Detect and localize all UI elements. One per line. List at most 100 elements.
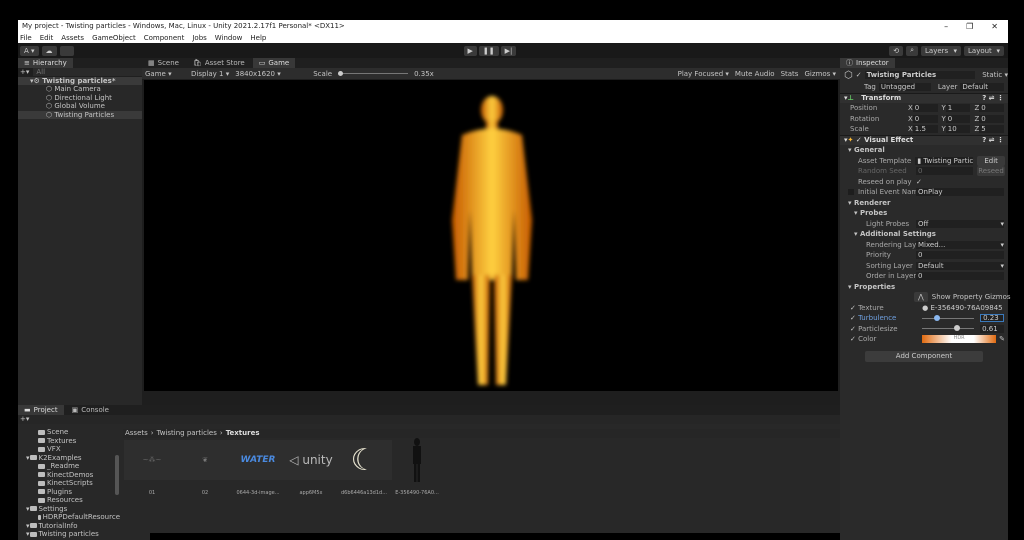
- tab-game[interactable]: ▭ Game: [252, 58, 296, 68]
- project-folder[interactable]: Plugins: [18, 488, 120, 497]
- renderer-foldout[interactable]: ▾ Renderer: [840, 198, 1008, 209]
- x-field[interactable]: 0: [912, 104, 938, 113]
- priority-field[interactable]: 0: [916, 251, 1004, 260]
- add-icon[interactable]: +▾: [20, 68, 29, 76]
- menu-gameobject[interactable]: GameObject: [92, 34, 136, 42]
- layout-dropdown[interactable]: Layout ▾: [964, 45, 1004, 56]
- particlesize-slider[interactable]: [922, 325, 975, 332]
- z-field[interactable]: 0: [979, 114, 1004, 123]
- initial-event-field[interactable]: OnPlay: [916, 188, 1004, 197]
- search-icon[interactable]: ⌕: [906, 45, 918, 56]
- transform-header[interactable]: ▾ ⊥ Transform? ⇌ ⋮: [840, 92, 1008, 103]
- play-button[interactable]: ▶: [463, 45, 477, 56]
- tab-scene[interactable]: ▦ Scene: [142, 58, 185, 68]
- menu-component[interactable]: Component: [144, 34, 185, 42]
- menu-window[interactable]: Window: [215, 34, 243, 42]
- layers-dropdown[interactable]: Layers ▾: [921, 45, 961, 56]
- add-component-button[interactable]: Add Component: [865, 350, 983, 362]
- order-in-layer-field[interactable]: 0: [916, 272, 1004, 281]
- tab-asset-store[interactable]: 🛍 Asset Store: [187, 58, 251, 68]
- project-folder[interactable]: _Readme: [18, 462, 120, 471]
- project-folder[interactable]: HDRPDefaultResource: [18, 513, 120, 522]
- particlesize-checkbox[interactable]: ✓: [850, 325, 858, 333]
- play-focused-dropdown[interactable]: Play Focused ▾: [678, 70, 729, 78]
- breadcrumb-assets[interactable]: Assets: [125, 429, 148, 437]
- asset-item[interactable]: WATER 0644-3d-image...: [228, 440, 288, 496]
- light-probes-dropdown[interactable]: Off ▾: [916, 219, 1004, 228]
- probes-foldout[interactable]: ▾ Probes: [840, 208, 1008, 219]
- random-seed-field[interactable]: 0: [916, 167, 973, 176]
- hierarchy-item[interactable]: ⬡ Directional Light: [18, 94, 142, 103]
- object-name-field[interactable]: Twisting Particles: [864, 71, 976, 79]
- stats-toggle[interactable]: Stats: [781, 70, 799, 78]
- project-folder[interactable]: Textures: [18, 437, 120, 446]
- step-button[interactable]: ▶|: [500, 45, 517, 56]
- scale-slider[interactable]: [338, 71, 409, 76]
- create-button[interactable]: +▾: [18, 415, 840, 424]
- project-folder[interactable]: ▾ Twisting particles: [18, 530, 120, 539]
- tab-console[interactable]: ▣ Console: [66, 405, 115, 415]
- z-field[interactable]: 5: [979, 125, 1004, 134]
- cloud-icon[interactable]: ☁: [41, 45, 57, 56]
- edit-button[interactable]: Edit: [977, 155, 1005, 166]
- active-checkbox[interactable]: ✓: [856, 71, 862, 79]
- asset-item[interactable]: E-356490-76A0...: [387, 438, 447, 496]
- hierarchy-item[interactable]: ⬡ Main Camera: [18, 85, 142, 94]
- gizmos-dropdown[interactable]: Gizmos ▾: [804, 70, 840, 78]
- project-folder[interactable]: ▾ TutorialInfo: [18, 522, 120, 531]
- sorting-layer-dropdown[interactable]: Default ▾: [916, 261, 1004, 270]
- color-checkbox[interactable]: ✓: [850, 335, 858, 343]
- project-folder[interactable]: KinectDemos: [18, 471, 120, 480]
- additional-settings-foldout[interactable]: ▾ Additional Settings: [840, 229, 1008, 240]
- project-folder[interactable]: ▾ K2Examples: [18, 454, 120, 463]
- project-folder[interactable]: VFX: [18, 445, 120, 454]
- tab-inspector[interactable]: ⓘ Inspector: [840, 58, 895, 68]
- tab-project[interactable]: ▬ Project: [18, 405, 64, 415]
- asset-item[interactable]: ☾ d6b6446a13d1d...: [334, 440, 394, 496]
- turbulence-checkbox[interactable]: ✓: [850, 314, 858, 322]
- mute-audio-toggle[interactable]: Mute Audio: [735, 70, 775, 78]
- resolution-dropdown[interactable]: 3840x1620 ▾: [235, 70, 307, 78]
- turbulence-slider[interactable]: [922, 314, 975, 321]
- breadcrumb-textures[interactable]: Textures: [226, 429, 260, 437]
- reseed-button[interactable]: Reseed: [977, 166, 1005, 177]
- static-toggle[interactable]: Static ▾: [982, 71, 1008, 79]
- asset-item[interactable]: ~⁂~ 01: [122, 440, 182, 496]
- menu-edit[interactable]: Edit: [40, 34, 54, 42]
- layer-dropdown[interactable]: Default: [960, 83, 1004, 92]
- tab-hierarchy[interactable]: ≡ Hierarchy: [18, 58, 73, 68]
- component-menu-icon[interactable]: ? ⇌ ⋮: [982, 136, 1008, 144]
- scene-root[interactable]: ▾ ⚙ Twisting particles*: [18, 76, 142, 85]
- project-folder[interactable]: Resources: [18, 496, 120, 505]
- hierarchy-item[interactable]: ⬡ Global Volume: [18, 102, 142, 111]
- menu-file[interactable]: File: [20, 34, 32, 42]
- tag-dropdown[interactable]: Untagged: [878, 83, 931, 92]
- asset-item[interactable]: ❦ 02: [175, 440, 235, 496]
- show-gizmos-label[interactable]: Show Property Gizmos: [932, 293, 1011, 301]
- reseed-on-play-checkbox[interactable]: ✓: [916, 178, 922, 186]
- general-foldout[interactable]: ▾ General: [840, 145, 1008, 156]
- game-mode-dropdown[interactable]: Game ▾: [145, 70, 185, 78]
- texture-checkbox[interactable]: ✓: [850, 304, 858, 312]
- collab-button[interactable]: [59, 45, 74, 56]
- texture-field[interactable]: ● E-356490-76A09845: [922, 304, 1008, 312]
- hierarchy-item-selected[interactable]: ⬡ Twisting Particles: [18, 110, 142, 119]
- x-field[interactable]: 1.5: [912, 125, 938, 134]
- breadcrumb-twisting[interactable]: Twisting particles: [157, 429, 217, 437]
- menu-help[interactable]: Help: [250, 34, 266, 42]
- visual-effect-header[interactable]: ▾ ✦ ✓ Visual Effect? ⇌ ⋮: [840, 134, 1008, 145]
- history-icon[interactable]: ⟲: [889, 45, 904, 56]
- asset-item[interactable]: ◁ unity app6M5x: [281, 440, 341, 496]
- gizmo-icon[interactable]: ⋀: [914, 292, 928, 303]
- z-field[interactable]: 0: [979, 104, 1004, 113]
- minimize-button[interactable]: –: [944, 22, 948, 31]
- turbulence-field[interactable]: 0.23: [980, 314, 1004, 323]
- properties-foldout[interactable]: ▾ Properties: [840, 282, 1008, 293]
- rendering-layer-dropdown[interactable]: Mixed... ▾: [916, 240, 1004, 249]
- x-field[interactable]: 0: [912, 114, 938, 123]
- maximize-button[interactable]: ❐: [966, 22, 973, 31]
- y-field[interactable]: 10: [945, 125, 971, 134]
- menu-jobs[interactable]: Jobs: [192, 34, 206, 42]
- project-folder[interactable]: Scene: [18, 428, 120, 437]
- game-viewport[interactable]: [144, 80, 838, 391]
